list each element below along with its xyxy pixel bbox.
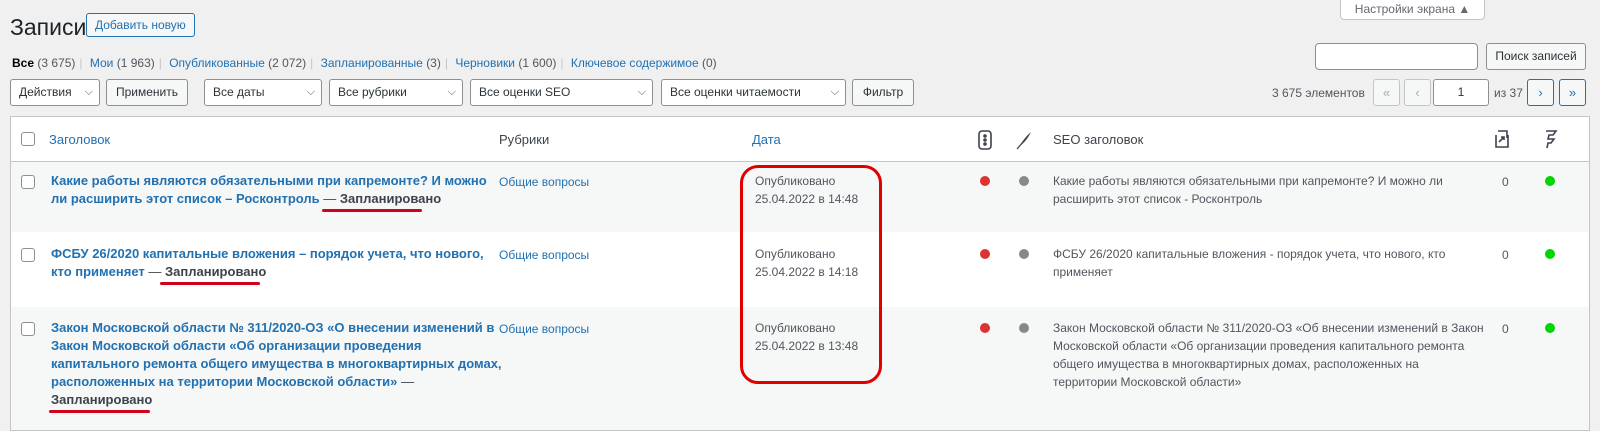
post-title-link[interactable]: ФСБУ 26/2020 капитальные вложения – поря…: [51, 245, 484, 281]
category-link[interactable]: Общие вопросы: [499, 322, 589, 336]
column-categories: Рубрики: [499, 132, 550, 147]
current-page-input[interactable]: 1: [1433, 79, 1489, 106]
screen-options-button[interactable]: Настройки экрана ▲: [1340, 0, 1485, 20]
chevron-down-icon: ⌵: [447, 86, 456, 98]
seo-title: ФСБУ 26/2020 капитальные вложения - поря…: [1053, 247, 1446, 279]
page-title: Записи: [10, 14, 87, 40]
post-status-views: Все (3 675) | Мои (1 963) | Опубликованные…: [12, 56, 717, 70]
seo-score-dot: [980, 176, 990, 186]
chevron-down-icon: ⌵: [84, 86, 93, 98]
select-all-checkbox[interactable]: [21, 132, 35, 146]
annotation-highlight-box: [740, 165, 882, 384]
chevron-down-icon: ⌵: [306, 86, 315, 98]
row-checkbox[interactable]: [21, 322, 35, 336]
post-title-link[interactable]: Какие работы являются обязательными при …: [51, 172, 487, 208]
readability-score-dot: [1019, 323, 1029, 333]
post-title-link[interactable]: Закон Московской области № 311/2020-ОЗ «…: [51, 319, 502, 409]
search-posts-button[interactable]: Поиск записей: [1486, 43, 1586, 70]
annotation-underline: [160, 282, 260, 285]
readability-score-dot: [1019, 176, 1029, 186]
table-header: [11, 117, 1589, 162]
column-title[interactable]: Заголовок: [49, 132, 110, 147]
internal-links-count: 0: [1502, 175, 1509, 189]
post-state: Запланировано: [51, 392, 153, 407]
annotation-underline: [322, 209, 422, 212]
yoast-status-dot: [1545, 323, 1555, 333]
post-state: Запланировано: [165, 264, 267, 279]
view-cornerstone[interactable]: Ключевое содержимое: [571, 56, 699, 70]
row-checkbox[interactable]: [21, 175, 35, 189]
category-filter-select[interactable]: Все рубрики ⌵: [329, 79, 463, 106]
first-page-button[interactable]: «: [1373, 79, 1400, 106]
column-date[interactable]: Дата: [752, 132, 781, 147]
yoast-column-icon: [1544, 129, 1558, 152]
bulk-action-select[interactable]: Действия ⌵: [10, 79, 100, 106]
items-count: 3 675 элементов: [1272, 86, 1365, 100]
view-mine[interactable]: Мои: [90, 56, 114, 70]
search-input[interactable]: [1315, 43, 1478, 70]
view-all[interactable]: Все: [12, 56, 34, 70]
column-seo-title: SEO заголовок: [1053, 132, 1144, 147]
post-state: Запланировано: [339, 191, 442, 206]
last-page-button[interactable]: »: [1559, 79, 1586, 106]
seo-score-filter-select[interactable]: Все оценки SEO ⌵: [470, 79, 653, 106]
view-published[interactable]: Опубликованные: [169, 56, 265, 70]
readability-score-dot: [1019, 249, 1029, 259]
total-pages: из 37: [1494, 86, 1523, 100]
seo-title: Какие работы являются обязательными при …: [1053, 174, 1443, 206]
internal-links-count: 0: [1502, 248, 1509, 262]
internal-links-column-icon: [1493, 129, 1511, 152]
view-drafts[interactable]: Черновики: [455, 56, 515, 70]
yoast-status-dot: [1545, 249, 1555, 259]
internal-links-count: 0: [1502, 322, 1509, 336]
date-filter-select[interactable]: Все даты ⌵: [204, 79, 322, 106]
prev-page-button[interactable]: ‹: [1404, 79, 1431, 106]
filter-button[interactable]: Фильтр: [852, 79, 914, 106]
next-page-button[interactable]: ›: [1527, 79, 1554, 106]
chevron-down-icon: ⌵: [830, 86, 839, 98]
view-scheduled[interactable]: Запланированные: [321, 56, 423, 70]
readability-filter-select[interactable]: Все оценки читаемости ⌵: [661, 79, 846, 106]
seo-title: Закон Московской области № 311/2020-ОЗ «…: [1053, 321, 1484, 389]
seo-score-column-icon: [978, 130, 992, 153]
yoast-status-dot: [1545, 176, 1555, 186]
seo-score-dot: [980, 323, 990, 333]
row-checkbox[interactable]: [21, 248, 35, 262]
seo-score-dot: [980, 249, 990, 259]
annotation-underline: [49, 410, 150, 413]
category-link[interactable]: Общие вопросы: [499, 175, 589, 189]
add-new-button[interactable]: Добавить новую: [86, 13, 195, 37]
apply-button[interactable]: Применить: [106, 79, 188, 106]
category-link[interactable]: Общие вопросы: [499, 248, 589, 262]
readability-column-icon: [1016, 130, 1032, 153]
chevron-down-icon: ⌵: [637, 86, 646, 98]
